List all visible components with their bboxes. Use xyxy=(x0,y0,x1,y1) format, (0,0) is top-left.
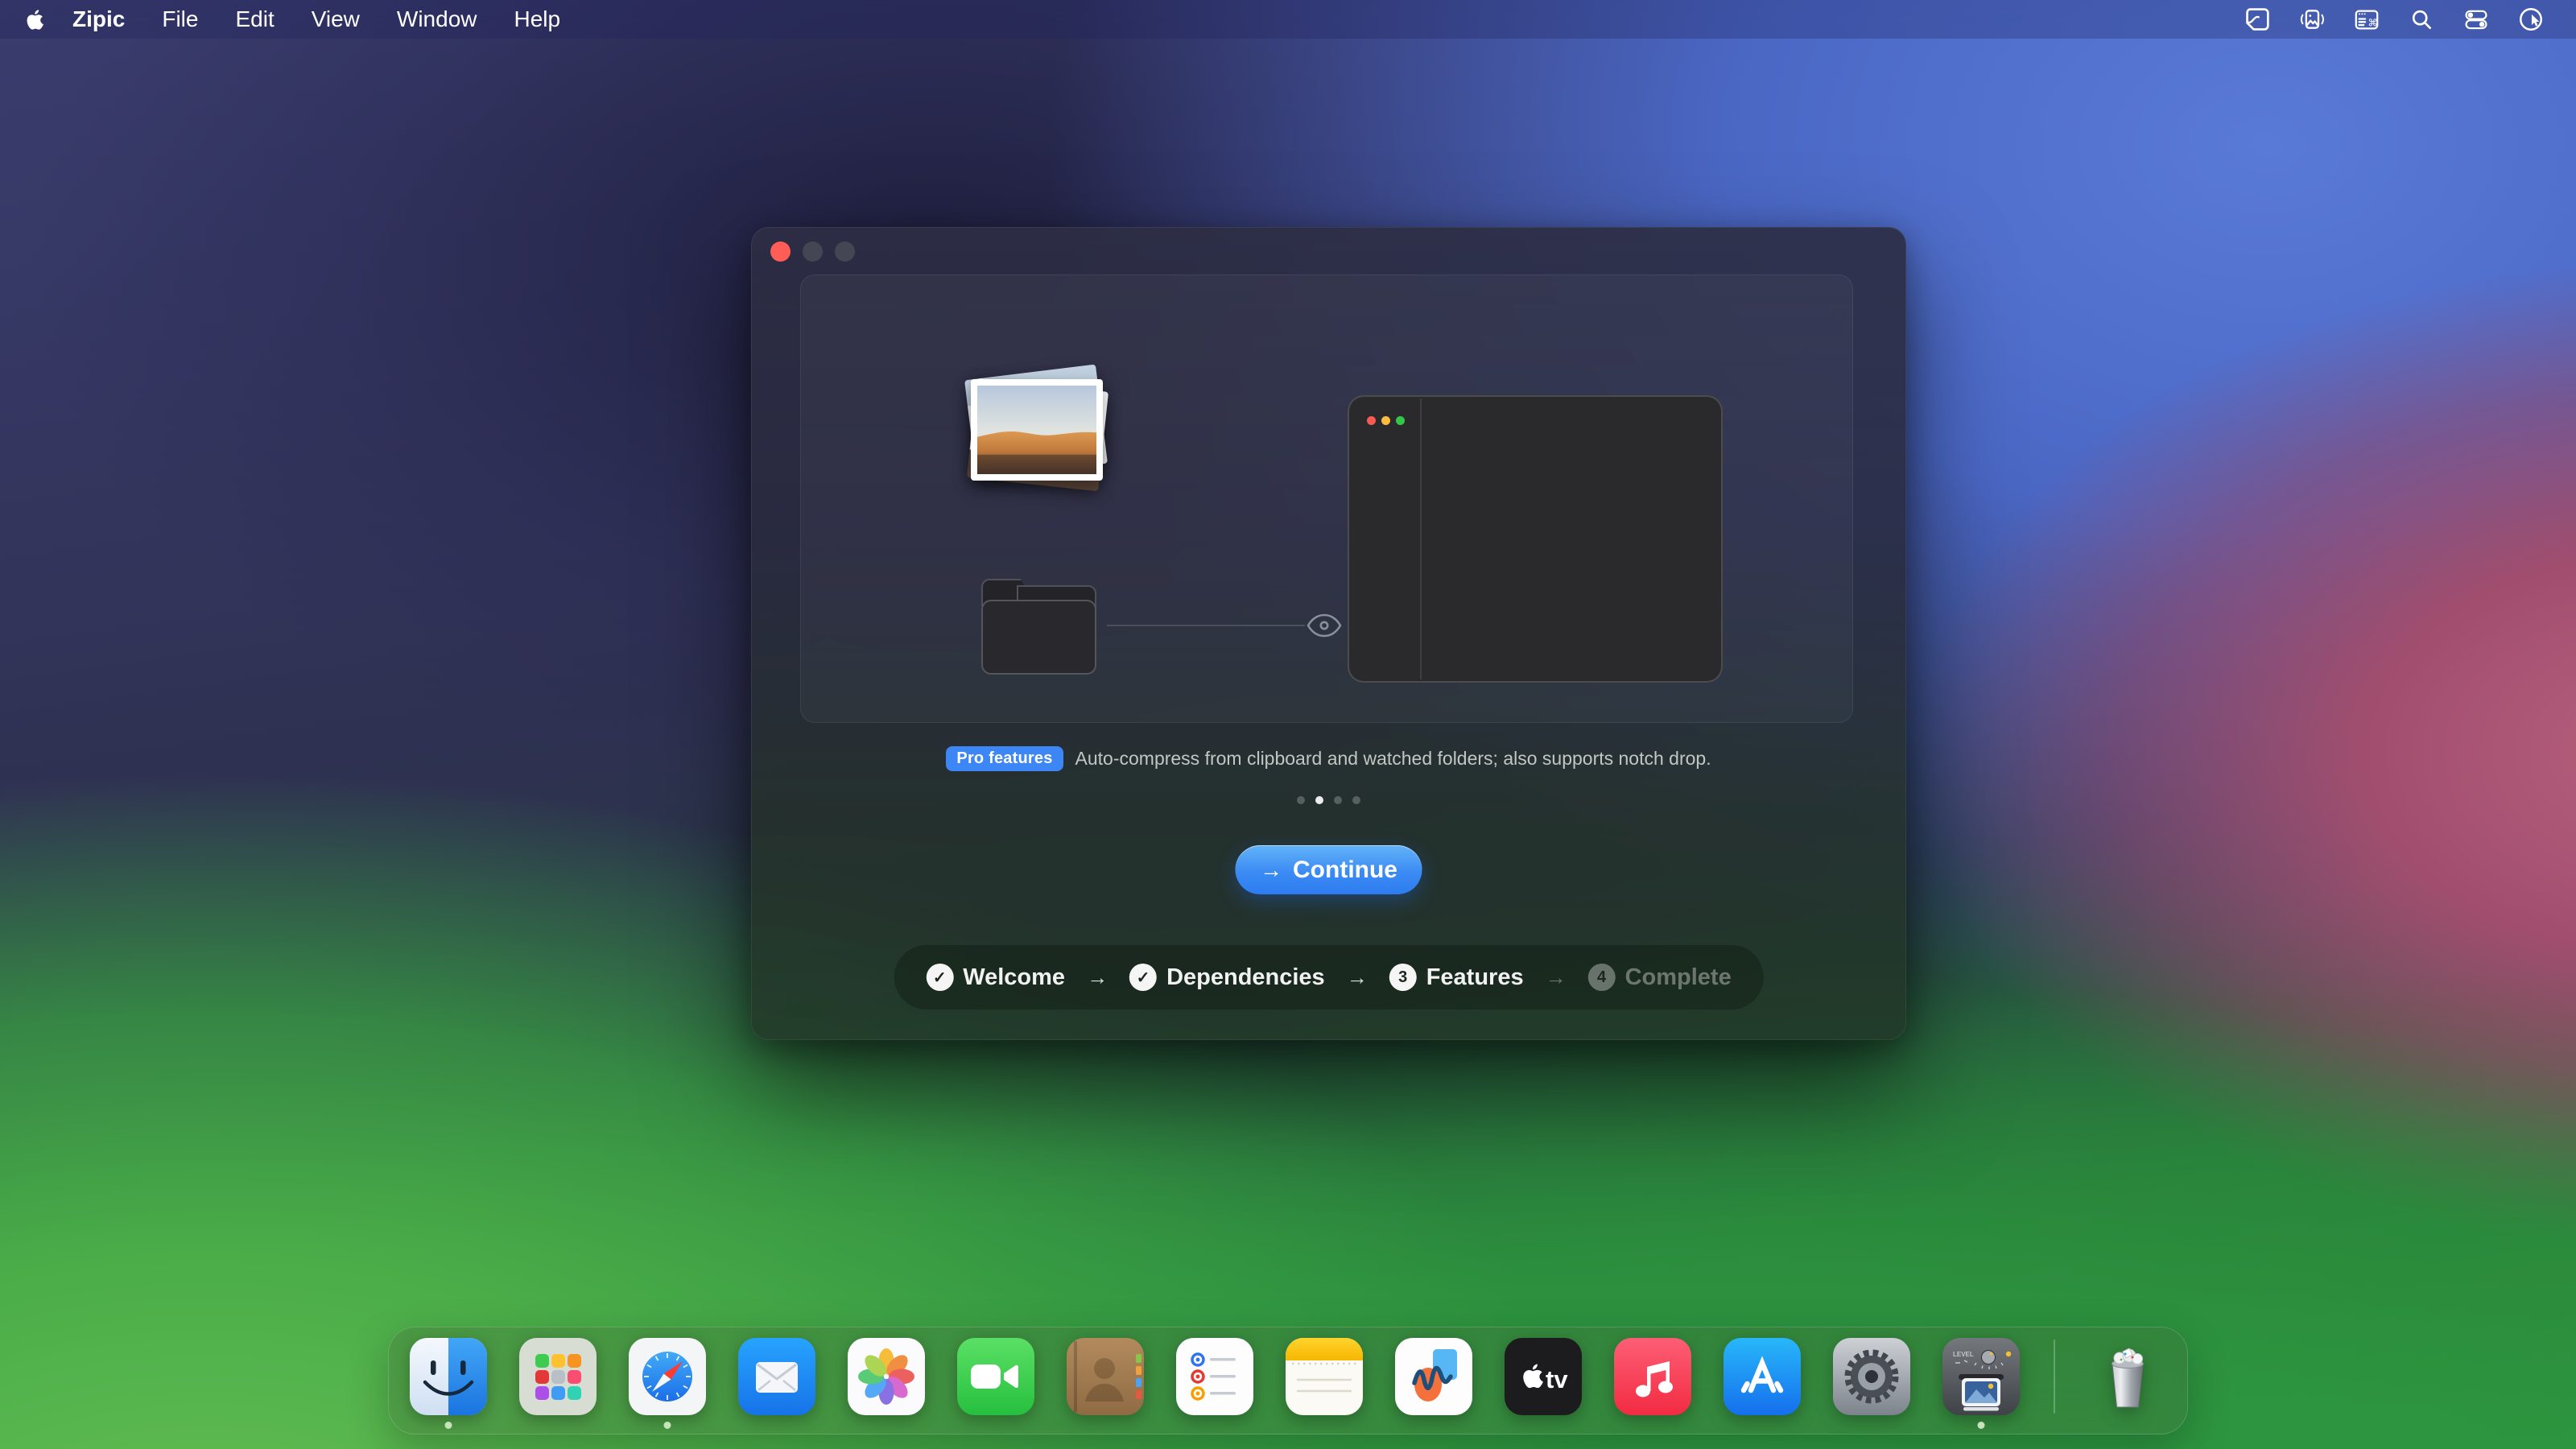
feature-caption: Pro features Auto-compress from clipboar… xyxy=(751,746,1906,771)
step-number-icon: 3 xyxy=(1389,964,1417,991)
zoom-button[interactable] xyxy=(835,242,855,262)
step-check-icon: ✓ xyxy=(926,964,953,991)
carousel-dot-4[interactable] xyxy=(1352,796,1360,804)
menu-help[interactable]: Help xyxy=(496,0,580,39)
running-indicator xyxy=(445,1422,452,1429)
menu-bar-left: Zipic File Edit View Window Help xyxy=(0,0,579,39)
apple-logo-icon xyxy=(26,9,44,31)
mock-close-icon xyxy=(1367,416,1376,425)
dock: tv xyxy=(388,1327,2188,1435)
running-indicator xyxy=(1978,1422,1985,1429)
mail-icon xyxy=(738,1338,815,1415)
desktop: { "menu_bar": { "apple_icon": "apple-log… xyxy=(0,0,2576,1449)
watch-eye-icon xyxy=(1305,611,1344,640)
menu-window[interactable]: Window xyxy=(378,0,496,39)
trash-full-icon xyxy=(2089,1338,2166,1415)
window-controls xyxy=(770,242,855,262)
menu-view[interactable]: View xyxy=(293,0,378,39)
mock-zoom-icon xyxy=(1396,416,1405,425)
feature-illustration-panel xyxy=(800,275,1853,723)
finder-icon xyxy=(410,1338,487,1415)
minimize-button[interactable] xyxy=(803,242,823,262)
step-check-icon: ✓ xyxy=(1129,964,1157,991)
dock-item-trash[interactable] xyxy=(2089,1338,2166,1415)
mockup-sidebar-divider xyxy=(1420,398,1422,679)
running-indicator xyxy=(664,1422,671,1429)
step-complete: 4 Complete xyxy=(1588,964,1732,991)
apple-tv-icon: tv xyxy=(1505,1338,1582,1415)
reminders-icon xyxy=(1176,1338,1253,1415)
music-icon xyxy=(1614,1338,1691,1415)
photo-stack-icon xyxy=(962,369,1112,491)
launchpad-icon xyxy=(519,1338,597,1415)
close-button[interactable] xyxy=(770,242,791,262)
notes-icon xyxy=(1286,1338,1363,1415)
app-window-mockup xyxy=(1348,395,1723,683)
facetime-icon xyxy=(957,1338,1034,1415)
carousel-dot-2-active[interactable] xyxy=(1315,796,1323,804)
menu-file[interactable]: File xyxy=(143,0,217,39)
dock-item-finder[interactable] xyxy=(410,1338,487,1415)
dock-separator xyxy=(2054,1340,2055,1414)
feature-caption-text: Auto-compress from clipboard and watched… xyxy=(1075,748,1711,770)
continue-button-label: Continue xyxy=(1293,857,1397,884)
step-arrow-icon: → xyxy=(1087,965,1108,990)
apple-menu[interactable] xyxy=(0,9,54,31)
dock-item-freeform[interactable] xyxy=(1395,1338,1472,1415)
svg-text:LEVEL: LEVEL xyxy=(1953,1351,1974,1358)
step-number-icon: 4 xyxy=(1588,964,1616,991)
cursor-circle-icon[interactable] xyxy=(2516,5,2545,34)
photo-front xyxy=(971,379,1103,481)
continue-button[interactable]: → Continue xyxy=(1235,845,1422,894)
dock-item-contacts[interactable] xyxy=(1067,1338,1144,1415)
dock-item-music[interactable] xyxy=(1614,1338,1691,1415)
contacts-icon xyxy=(1067,1338,1144,1415)
onboarding-steps: ✓ Welcome → ✓ Dependencies → 3 Features … xyxy=(894,945,1763,1009)
spotlight-search-icon[interactable] xyxy=(2407,5,2436,34)
mockup-traffic-lights xyxy=(1367,416,1405,425)
carousel-dot-1[interactable] xyxy=(1297,796,1305,804)
connector-line xyxy=(1107,625,1305,626)
carousel-dot-3[interactable] xyxy=(1334,796,1342,804)
dock-item-apple-tv[interactable]: tv xyxy=(1505,1338,1582,1415)
dock-item-zipic[interactable]: LEVEL xyxy=(1942,1338,2020,1415)
menu-bar: Zipic File Edit View Window Help xyxy=(0,0,2576,39)
menu-bar-status: ⌘ xyxy=(2243,0,2576,39)
dock-item-reminders[interactable] xyxy=(1176,1338,1253,1415)
menu-edit[interactable]: Edit xyxy=(217,0,292,39)
photos-icon xyxy=(848,1338,925,1415)
control-center-icon[interactable] xyxy=(2462,5,2491,34)
step-dependencies: ✓ Dependencies xyxy=(1129,964,1325,991)
step-features: 3 Features xyxy=(1389,964,1524,991)
dock-item-facetime[interactable] xyxy=(957,1338,1034,1415)
zipic-menubar-icon[interactable] xyxy=(2243,5,2272,34)
dock-item-notes[interactable] xyxy=(1286,1338,1363,1415)
dock-item-app-store[interactable] xyxy=(1724,1338,1801,1415)
svg-text:⌘: ⌘ xyxy=(2368,18,2377,29)
svg-text:tv: tv xyxy=(1546,1365,1568,1393)
safari-icon xyxy=(629,1338,706,1415)
freeform-icon xyxy=(1395,1338,1472,1415)
arrow-right-icon: → xyxy=(1260,857,1282,883)
dock-item-mail[interactable] xyxy=(738,1338,815,1415)
dock-item-launchpad[interactable] xyxy=(519,1338,597,1415)
photo-motion-icon[interactable] xyxy=(2297,5,2326,34)
app-menu-zipic[interactable]: Zipic xyxy=(54,0,143,39)
dock-item-system-settings[interactable] xyxy=(1833,1338,1910,1415)
zipic-onboarding-window: Pro features Auto-compress from clipboar… xyxy=(751,227,1906,1040)
app-store-icon xyxy=(1724,1338,1801,1415)
system-settings-icon xyxy=(1833,1338,1910,1415)
step-welcome: ✓ Welcome xyxy=(926,964,1065,991)
watched-folder-icon xyxy=(981,579,1096,675)
pro-features-badge: Pro features xyxy=(946,746,1063,771)
mock-minimize-icon xyxy=(1381,416,1390,425)
carousel-dots xyxy=(751,796,1906,804)
command-window-icon[interactable]: ⌘ xyxy=(2352,5,2381,34)
step-arrow-icon: → xyxy=(1546,965,1567,990)
dock-item-safari[interactable] xyxy=(629,1338,706,1415)
step-arrow-icon: → xyxy=(1347,965,1368,990)
zipic-icon: LEVEL xyxy=(1942,1338,2020,1415)
dock-item-photos[interactable] xyxy=(848,1338,925,1415)
